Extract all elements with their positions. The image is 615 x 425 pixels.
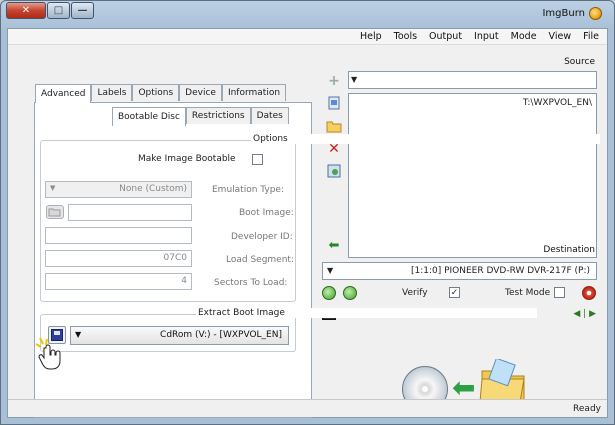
- status-text: Ready: [573, 404, 601, 414]
- test-mode-label: Test Mode: [505, 288, 551, 298]
- maximize-button[interactable]: □: [47, 2, 70, 19]
- chevron-down-icon[interactable]: ▼: [327, 266, 333, 275]
- menu-output[interactable]: Output: [423, 31, 468, 42]
- developer-id-input[interactable]: [45, 227, 192, 244]
- menu-file[interactable]: File: [577, 31, 605, 42]
- media-nav[interactable]: ◀ | ▶: [573, 309, 596, 319]
- options-legend: Options: [251, 134, 600, 144]
- tab-row-secondary: Dates Restrictions Bootable Disc: [112, 107, 289, 126]
- menu-tools[interactable]: Tools: [388, 31, 423, 42]
- browse-file-icon[interactable]: [326, 95, 342, 111]
- tab-advanced[interactable]: Advanced: [35, 84, 92, 103]
- browse-boot-image-button[interactable]: [46, 205, 64, 219]
- window-title: ImgBurn: [542, 7, 602, 20]
- save-icon-label: [54, 331, 60, 335]
- browse-folder-icon[interactable]: [326, 118, 342, 134]
- make-bootable-checkbox[interactable]: [252, 154, 263, 165]
- destination-options-row: Verify ✓ Test Mode: [322, 286, 597, 302]
- source-combo[interactable]: ▼: [348, 71, 597, 89]
- emulation-type-value: None (Custom): [119, 184, 187, 194]
- minimize-button[interactable]: —: [71, 2, 94, 19]
- tab-restrictions[interactable]: Restrictions: [185, 107, 251, 124]
- tab-bootable-disc[interactable]: Bootable Disc: [112, 107, 186, 126]
- tab-dates[interactable]: Dates: [250, 107, 289, 124]
- eject-icon[interactable]: [343, 286, 357, 300]
- test-mode-checkbox[interactable]: [554, 287, 565, 298]
- menu-items: File View Mode Input Output Tools Help: [354, 31, 605, 42]
- destination-drive-combo[interactable]: ▼ [1:1:0] PIONEER DVD-RW DVR-217F (P:): [322, 262, 597, 280]
- load-segment-input[interactable]: 07C0: [45, 250, 192, 267]
- status-bar: Ready: [8, 399, 607, 417]
- tab-row-primary: Information Device Options Labels Advanc…: [35, 84, 287, 103]
- menu-view[interactable]: View: [543, 31, 578, 42]
- extract-device-combo[interactable]: ▼ CdRom (V:) - [WXPVOL_EN]: [70, 326, 289, 345]
- make-bootable-label: Make Image Bootable: [138, 154, 236, 164]
- sectors-to-load-value: 4: [181, 276, 187, 286]
- menu-bar: File View Mode Input Output Tools Help: [8, 29, 607, 45]
- boot-image-label: Boot Image:: [239, 208, 294, 218]
- chevron-down-icon[interactable]: ▼: [50, 184, 55, 192]
- close-button[interactable]: ✕: [6, 2, 46, 19]
- sectors-to-load-input[interactable]: 4: [45, 273, 192, 290]
- tab-information[interactable]: Information: [221, 84, 287, 101]
- destination-drive-value: [1:1:0] PIONEER DVD-RW DVR-217F (P:): [410, 266, 590, 276]
- menu-mode[interactable]: Mode: [505, 31, 543, 42]
- emulation-type-label: Emulation Type:: [212, 185, 284, 195]
- verify-label: Verify: [402, 288, 428, 298]
- tab-device[interactable]: Device: [179, 84, 222, 101]
- title-bar: ✕ □ — ImgBurn: [1, 1, 614, 27]
- load-segment-value: 07C0: [163, 253, 187, 263]
- menu-help[interactable]: Help: [354, 31, 388, 42]
- boot-image-input[interactable]: [68, 204, 192, 221]
- emulation-type-select[interactable]: ▼ None (Custom): [45, 181, 192, 198]
- chevron-down-icon[interactable]: ▼: [75, 330, 81, 339]
- load-segment-label: Load Segment:: [226, 255, 294, 265]
- add-icon[interactable]: +: [326, 73, 342, 89]
- tab-options[interactable]: Options: [132, 84, 180, 101]
- hand-cursor-icon: [34, 336, 62, 370]
- verify-checkbox[interactable]: ✓: [449, 287, 460, 298]
- source-label: Source: [564, 57, 595, 67]
- source-list-item[interactable]: T:\WXPVOL_EN\: [523, 98, 592, 108]
- extract-boot-image-legend: Extract Boot Image: [196, 308, 537, 318]
- imgburn-app-icon: [589, 7, 602, 20]
- developer-id-label: Developer ID:: [231, 232, 293, 242]
- extract-device-value: CdRom (V:) - [WXPVOL_EN]: [160, 330, 282, 340]
- destination-label: Destination: [543, 245, 595, 255]
- chevron-down-icon[interactable]: ▼: [351, 75, 357, 84]
- source-list[interactable]: T:\WXPVOL_EN\: [348, 93, 597, 258]
- refresh-icon[interactable]: [322, 286, 336, 300]
- calculate-icon[interactable]: [326, 163, 342, 179]
- client-area: File View Mode Input Output Tools Help S…: [7, 28, 608, 418]
- window-title-text: ImgBurn: [542, 8, 585, 19]
- burn-status-icon: [582, 286, 596, 300]
- tab-labels[interactable]: Labels: [91, 84, 133, 101]
- app-window: ✕ □ — ImgBurn File View Mode Input Outpu…: [0, 0, 615, 425]
- menu-input[interactable]: Input: [468, 31, 505, 42]
- sectors-to-load-label: Sectors To Load:: [214, 278, 288, 288]
- copy-to-destination-icon[interactable]: ⬅: [326, 237, 342, 253]
